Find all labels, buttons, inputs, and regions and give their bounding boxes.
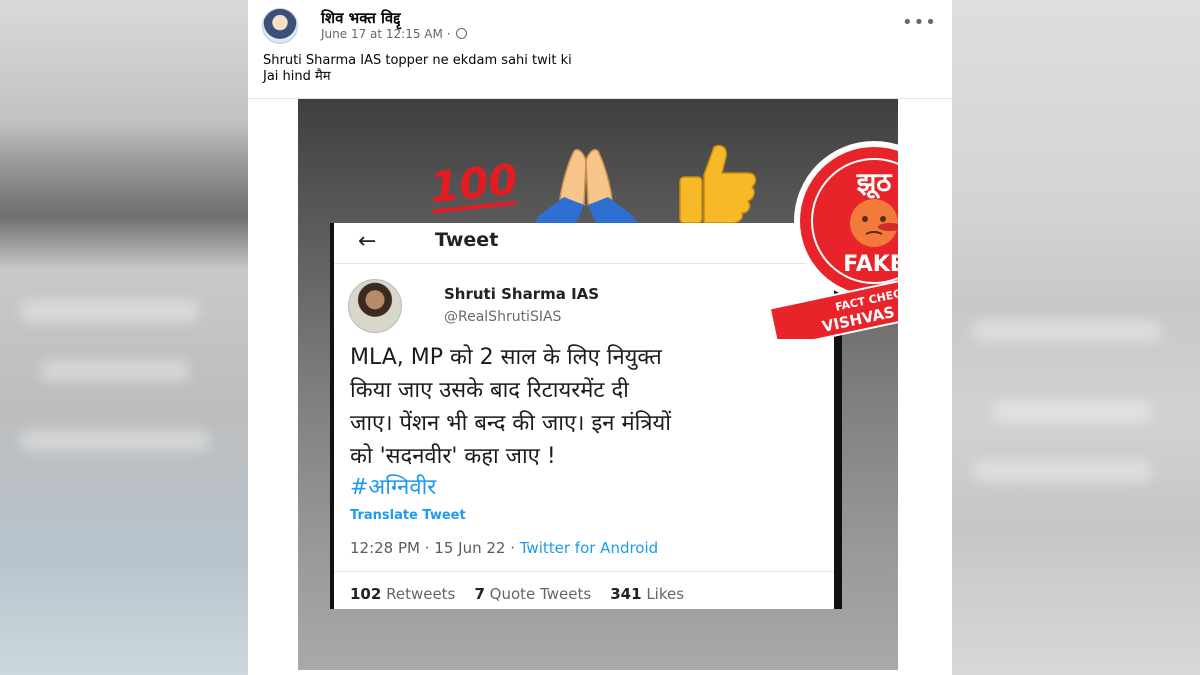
like-count: 341	[610, 585, 642, 603]
author-avatar[interactable]	[262, 8, 298, 44]
stamp-fake-text: FAKE	[843, 252, 898, 277]
hundred-points-icon: 100	[428, 155, 520, 214]
post-meta: June 17 at 12:15 AM ·	[321, 27, 468, 41]
tweet-time: 12:28 PM · 15 Jun 22 ·	[350, 539, 520, 557]
tweet-text-line: को 'सदनवीर' कहा जाए !	[350, 444, 556, 469]
tweet-text-line: किया जाए उसके बाद रिटायरमेंट दी	[350, 378, 629, 403]
tweet-stats-divider	[334, 571, 834, 572]
post-image[interactable]: 100 ← Tweet Shruti Sharma IAS @RealShrut…	[298, 99, 898, 670]
caption-line-2: Jai hind मैम	[263, 69, 331, 84]
tweet-header-divider	[334, 263, 834, 264]
more-options-icon[interactable]: •••	[902, 12, 937, 33]
retweet-count: 102	[350, 585, 382, 603]
dot-separator: ·	[446, 27, 455, 41]
tweet-text: MLA, MP को 2 साल के लिए नियुक्त किया जाए…	[350, 341, 830, 473]
folded-hands-icon	[534, 149, 638, 223]
blurred-background-right	[952, 0, 1200, 675]
tweet-author-name: Shruti Sharma IAS	[444, 285, 600, 303]
tweet-hashtag: #अग्निवीर	[350, 475, 437, 500]
thumbs-up-icon	[679, 144, 757, 223]
globe-icon	[456, 28, 468, 39]
author-name[interactable]: शिव भक्त विद्दृ	[321, 8, 401, 28]
post-date[interactable]: June 17 at 12:15 AM	[321, 27, 443, 41]
tweet-text-line: MLA, MP को 2 साल के लिए नियुक्त	[350, 345, 662, 370]
tweet-author-avatar	[348, 279, 402, 333]
caption-line-1: Shruti Sharma IAS topper ne ekdam sahi t…	[263, 53, 572, 68]
tweet-text-line: जाए। पेंशन भी बन्द की जाए। इन मंत्रियों	[350, 411, 671, 436]
tweet-timestamp: 12:28 PM · 15 Jun 22 · Twitter for Andro…	[350, 539, 658, 557]
stamp-top-text: झूठ	[856, 168, 894, 199]
quote-count: 7	[474, 585, 485, 603]
tweet-header-title: Tweet	[435, 229, 499, 251]
translate-tweet-link: Translate Tweet	[350, 508, 466, 523]
fake-stamp-logo: झूठ FAKE FACT CHECK BY VISHVAS NEWS	[768, 141, 898, 339]
post-caption: Shruti Sharma IAS topper ne ekdam sahi t…	[263, 53, 572, 85]
quote-label: Quote Tweets	[489, 585, 592, 603]
tweet-source: Twitter for Android	[519, 539, 659, 557]
blurred-background-left	[0, 0, 248, 675]
retweet-label: Retweets	[386, 585, 456, 603]
tweet-stats: 102 Retweets 7 Quote Tweets 341 Likes	[350, 585, 684, 603]
back-arrow-icon: ←	[358, 229, 377, 254]
like-label: Likes	[646, 585, 685, 603]
tweet-author-handle: @RealShrutiSIAS	[444, 309, 562, 325]
tweet-screenshot: ← Tweet Shruti Sharma IAS @RealShrutiSIA…	[330, 223, 842, 609]
post-card: शिव भक्त विद्दृ June 17 at 12:15 AM · ••…	[248, 0, 952, 675]
